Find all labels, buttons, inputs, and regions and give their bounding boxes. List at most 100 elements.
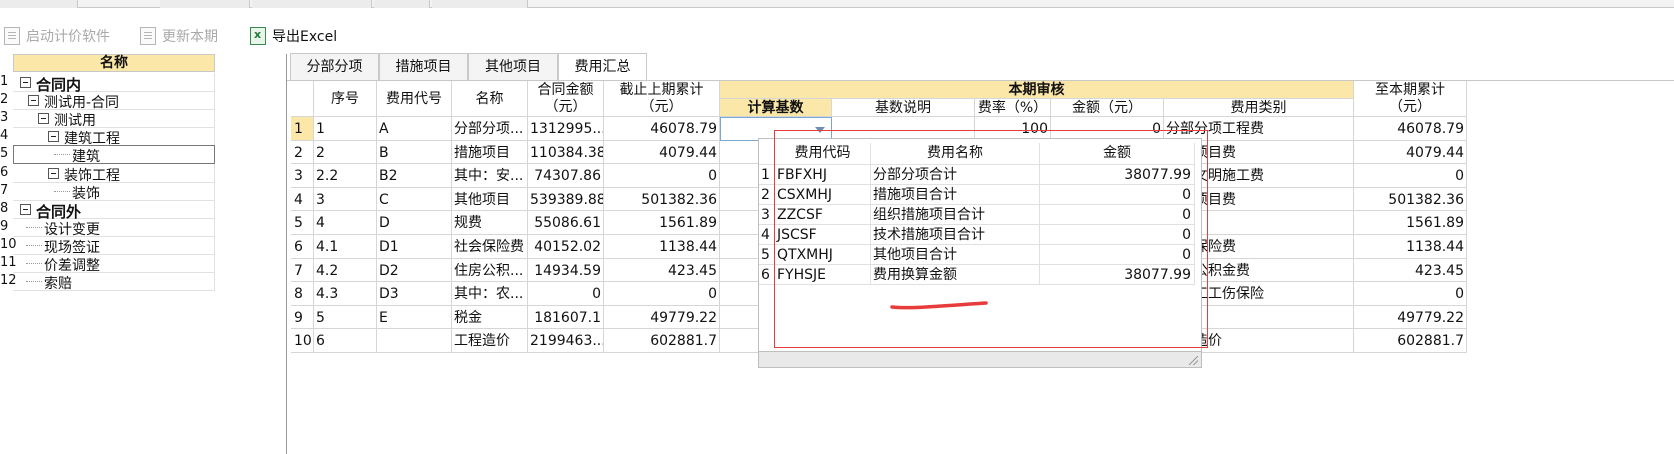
- contract-amount-cell[interactable]: 0: [528, 282, 604, 306]
- prev-cumulative-cell[interactable]: 46078.79: [604, 117, 720, 141]
- tree-node[interactable]: 10 现场签证: [0, 236, 216, 256]
- name-cell[interactable]: 措施项目: [452, 141, 528, 164]
- fee-code-cell[interactable]: D3: [377, 282, 452, 306]
- seq-cell[interactable]: 6: [314, 329, 377, 353]
- name-cell[interactable]: 其中：农...: [452, 282, 528, 306]
- seq-cell[interactable]: 2: [314, 141, 377, 164]
- fee-code-cell[interactable]: D1: [377, 235, 452, 259]
- name-cell[interactable]: 规费: [452, 211, 528, 235]
- to-date-cumulative-cell[interactable]: 46078.79: [1354, 117, 1467, 141]
- fee-code-cell[interactable]: A: [377, 117, 452, 141]
- to-date-cumulative-cell[interactable]: 423.45: [1354, 259, 1467, 282]
- fee-type-header[interactable]: 费用类别: [1164, 99, 1354, 117]
- prev-cumulative-cell[interactable]: 0: [604, 282, 720, 306]
- tab-other-items[interactable]: 其他项目: [468, 53, 558, 81]
- to-date-cumulative-cell[interactable]: 49779.22: [1354, 306, 1467, 329]
- export-excel-button[interactable]: 导出Excel: [250, 24, 337, 48]
- collapse-toggle-icon[interactable]: [38, 113, 49, 124]
- dropdown-arrow-icon[interactable]: [815, 127, 825, 133]
- prev-cumulative-cell[interactable]: 1138.44: [604, 235, 720, 259]
- seq-cell[interactable]: 2.2: [314, 164, 377, 188]
- name-cell[interactable]: 工程造价: [452, 329, 528, 353]
- fee-code-cell[interactable]: D: [377, 211, 452, 235]
- collapse-toggle-icon[interactable]: [20, 77, 31, 88]
- to-date-cumulative-cell[interactable]: 4079.44: [1354, 141, 1467, 164]
- seq-cell[interactable]: 4.3: [314, 282, 377, 306]
- tab-fee-summary[interactable]: 费用汇总: [558, 53, 647, 82]
- top-tab[interactable]: [432, 0, 528, 8]
- seq-header[interactable]: 序号: [314, 81, 377, 117]
- row-number[interactable]: 5: [291, 211, 314, 235]
- to-date-cumulative-cell[interactable]: 1561.89: [1354, 211, 1467, 235]
- name-cell[interactable]: 税金: [452, 306, 528, 329]
- amount-header[interactable]: 金额（元）: [1051, 99, 1164, 117]
- name-cell[interactable]: 分部分项...: [452, 117, 528, 141]
- rate-header[interactable]: 费率（%）: [975, 99, 1051, 117]
- to-date-cumulative-cell[interactable]: 1138.44: [1354, 235, 1467, 259]
- prev-cumulative-cell[interactable]: 0: [604, 164, 720, 188]
- to-date-cumulative-cell[interactable]: 602881.7: [1354, 329, 1467, 353]
- contract-amount-cell[interactable]: 14934.59: [528, 259, 604, 282]
- fee-code-header[interactable]: 费用代号: [377, 81, 452, 117]
- collapse-toggle-icon[interactable]: [48, 168, 59, 179]
- tree-node[interactable]: 9 设计变更: [0, 218, 216, 238]
- calc-base-header[interactable]: 计算基数: [720, 99, 832, 117]
- top-tab[interactable]: [374, 0, 430, 8]
- tree-node[interactable]: 6 装饰工程: [0, 164, 216, 184]
- row-number[interactable]: 9: [291, 306, 314, 329]
- seq-cell[interactable]: 3: [314, 188, 377, 211]
- name-cell[interactable]: 其中：安...: [452, 164, 528, 188]
- name-cell[interactable]: 社会保险费: [452, 235, 528, 259]
- tree-node[interactable]: 11 价差调整: [0, 254, 216, 274]
- contract-amount-cell[interactable]: 55086.61: [528, 211, 604, 235]
- tree-node[interactable]: 5 建筑: [0, 145, 216, 165]
- start-pricing-software-button[interactable]: 启动计价软件: [4, 24, 110, 48]
- tree-node[interactable]: 1 合同内: [0, 73, 216, 94]
- collapse-toggle-icon[interactable]: [48, 131, 59, 142]
- update-period-button[interactable]: 更新本期: [140, 24, 218, 48]
- tree-node[interactable]: 3 测试用: [0, 109, 216, 129]
- row-number[interactable]: 10: [291, 329, 314, 353]
- prev-cumulative-header[interactable]: 截止上期累计 （元）: [604, 81, 720, 117]
- prev-cumulative-cell[interactable]: 1561.89: [604, 211, 720, 235]
- fee-code-cell[interactable]: [377, 329, 452, 353]
- contract-amount-cell[interactable]: 110384.38: [528, 141, 604, 164]
- top-tab[interactable]: [160, 0, 250, 8]
- row-number[interactable]: 3: [291, 164, 314, 188]
- prev-cumulative-cell[interactable]: 423.45: [604, 259, 720, 282]
- contract-amount-header[interactable]: 合同金额 （元）: [528, 81, 604, 117]
- tab-measures[interactable]: 措施项目: [379, 53, 468, 81]
- tree-node[interactable]: 8 合同外: [0, 200, 216, 221]
- seq-cell[interactable]: 1: [314, 117, 377, 141]
- tree-node[interactable]: 4 建筑工程: [0, 127, 216, 147]
- row-number[interactable]: 4: [291, 188, 314, 211]
- prev-cumulative-cell[interactable]: 49779.22: [604, 306, 720, 329]
- contract-amount-cell[interactable]: 539389.88: [528, 188, 604, 211]
- tree-node[interactable]: 12 索赔: [0, 272, 216, 292]
- tab-sub-items[interactable]: 分部分项: [290, 53, 379, 81]
- contract-amount-cell[interactable]: 181607.1: [528, 306, 604, 329]
- contract-amount-cell[interactable]: 2199463...: [528, 329, 604, 353]
- base-desc-header[interactable]: 基数说明: [832, 99, 975, 117]
- row-number[interactable]: 8: [291, 282, 314, 306]
- name-cell[interactable]: 其他项目: [452, 188, 528, 211]
- prev-cumulative-cell[interactable]: 602881.7: [604, 329, 720, 353]
- to-date-cumulative-cell[interactable]: 0: [1354, 282, 1467, 306]
- name-cell[interactable]: 住房公积...: [452, 259, 528, 282]
- resize-grip-icon[interactable]: [1189, 356, 1198, 365]
- fee-code-cell[interactable]: D2: [377, 259, 452, 282]
- tree-node[interactable]: 2 测试用-合同: [0, 91, 216, 111]
- fee-code-cell[interactable]: C: [377, 188, 452, 211]
- row-number[interactable]: 7: [291, 259, 314, 282]
- seq-cell[interactable]: 4.1: [314, 235, 377, 259]
- fee-code-cell[interactable]: B: [377, 141, 452, 164]
- row-number[interactable]: 6: [291, 235, 314, 259]
- tree-node[interactable]: 7 装饰: [0, 182, 216, 202]
- top-tab[interactable]: [0, 0, 78, 8]
- name-header[interactable]: 名称: [452, 81, 528, 117]
- top-tab[interactable]: [252, 0, 372, 8]
- to-date-cumulative-cell[interactable]: 0: [1354, 164, 1467, 188]
- row-number[interactable]: 1: [291, 117, 314, 141]
- to-date-cumulative-cell[interactable]: 501382.36: [1354, 188, 1467, 211]
- prev-cumulative-cell[interactable]: 501382.36: [604, 188, 720, 211]
